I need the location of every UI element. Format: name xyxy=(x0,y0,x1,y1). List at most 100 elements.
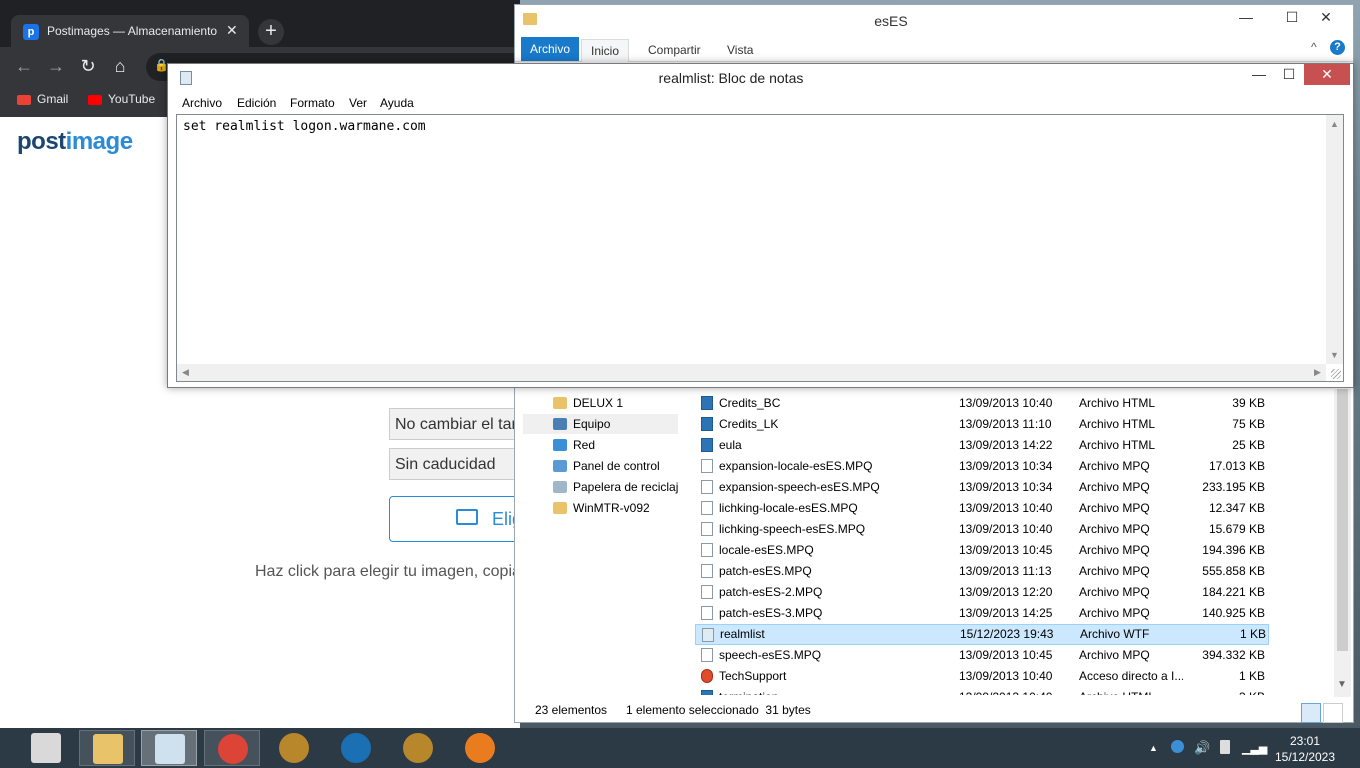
close-button[interactable]: ✕ xyxy=(1311,9,1341,26)
horizontal-scrollbar[interactable]: ◀ ▶ xyxy=(177,364,1326,381)
minimize-button[interactable]: — xyxy=(1231,9,1261,25)
file-date: 13/09/2013 10:40 xyxy=(959,396,1053,410)
tab-compartir[interactable]: Compartir xyxy=(639,39,710,61)
resize-select[interactable]: No cambiar el tamaño xyxy=(389,408,529,440)
minimize-button[interactable]: — xyxy=(1244,66,1274,82)
file-row[interactable]: patch-esES-2.MPQ 13/09/2013 12:20 Archivo … xyxy=(695,582,1269,603)
tab-archivo[interactable]: Archivo xyxy=(521,37,580,61)
system-clock[interactable]: 23:01 15/12/2023 xyxy=(1270,733,1340,765)
vertical-scrollbar[interactable]: ▲ ▼ xyxy=(1326,115,1343,364)
file-row[interactable]: lichking-locale-esES.MPQ 13/09/2013 10:40… xyxy=(695,498,1269,519)
show-hidden-icons[interactable]: ▲ xyxy=(1149,743,1158,753)
file-date: 13/09/2013 10:40 xyxy=(959,669,1053,683)
file-row[interactable]: eula 13/09/2013 14:22 Archivo HTML 25 KB xyxy=(695,435,1269,456)
taskbar-notepad[interactable] xyxy=(141,730,197,766)
bookmark-gmail[interactable]: Gmail xyxy=(17,92,68,106)
file-row[interactable]: TechSupport 13/09/2013 10:40 Acceso direct… xyxy=(695,666,1269,687)
taskbar-fl-studio[interactable] xyxy=(452,730,508,766)
taskbar-world-of-warcraft[interactable] xyxy=(266,730,322,766)
browser-tab[interactable]: p Postimages — Almacenamiento ✕ xyxy=(11,15,249,47)
file-name: realmlist xyxy=(720,627,765,641)
file-row[interactable]: patch-esES-3.MPQ 13/09/2013 14:25 Archivo … xyxy=(695,603,1269,624)
file-row[interactable]: Credits_LK 13/09/2013 11:10 Archivo HTML 75… xyxy=(695,414,1269,435)
taskbar: ▲ 🔊 ▁▃▅ 23:01 15/12/2023 xyxy=(0,728,1360,768)
choose-images-button[interactable]: Elige xyxy=(389,496,532,542)
help-icon[interactable]: ? xyxy=(1330,40,1345,55)
scroll-up-icon[interactable]: ▲ xyxy=(1330,119,1339,129)
menu-edicion[interactable]: Edición xyxy=(237,96,276,110)
file-row[interactable]: realmlist 15/12/2023 19:43 Archivo WTF 1 KB xyxy=(695,624,1269,645)
nav-item-equipo[interactable]: Equipo xyxy=(523,414,678,434)
file-row[interactable]: speech-esES.MPQ 13/09/2013 10:45 Archivo M… xyxy=(695,645,1269,666)
file-row[interactable]: patch-esES.MPQ 13/09/2013 11:13 Archivo MP… xyxy=(695,561,1269,582)
chrome-icon xyxy=(218,734,248,764)
file-type: Archivo MPQ xyxy=(1079,480,1150,494)
file-row[interactable]: Credits_BC 13/09/2013 10:40 Archivo HTML 39… xyxy=(695,393,1269,414)
maximize-button[interactable]: ☐ xyxy=(1274,66,1304,83)
volume-icon[interactable]: 🔊 xyxy=(1194,740,1210,756)
details-view-icon[interactable] xyxy=(1301,703,1321,723)
scroll-left-icon[interactable]: ◀ xyxy=(182,367,189,378)
scroll-right-icon[interactable]: ▶ xyxy=(1314,367,1321,378)
nav-item-panel-de-control[interactable]: Panel de control xyxy=(523,456,678,476)
nav-item-papelera[interactable]: Papelera de reciclaje xyxy=(523,477,678,497)
nav-item-red[interactable]: Red xyxy=(523,435,678,455)
file-type: Archivo MPQ xyxy=(1079,564,1150,578)
control-panel-icon xyxy=(553,460,567,472)
file-row[interactable]: termination 13/09/2013 10:40 Archivo HTML3… xyxy=(695,687,1269,695)
close-button[interactable]: ✕ xyxy=(1304,64,1350,85)
network-tray-icon[interactable] xyxy=(1171,740,1184,753)
home-icon[interactable]: ⌂ xyxy=(109,56,131,77)
notepad-text-area[interactable]: set realmlist logon.warmane.com ▲ ▼ ◀ ▶ xyxy=(176,114,1344,382)
tab-inicio[interactable]: Inicio xyxy=(581,39,630,62)
taskbar-app-launcher[interactable] xyxy=(18,730,74,766)
file-size: 39 KB xyxy=(1232,396,1265,410)
large-icons-view-icon[interactable] xyxy=(1323,703,1343,723)
browser-tab-title: Postimages — Almacenamiento xyxy=(47,24,218,38)
file-row[interactable]: expansion-speech-esES.MPQ 13/09/2013 10:3… xyxy=(695,477,1269,498)
forward-arrow-icon[interactable]: → xyxy=(45,56,67,77)
menu-ver[interactable]: Ver xyxy=(349,96,367,110)
new-tab-button[interactable]: + xyxy=(258,19,284,45)
bookmark-youtube[interactable]: YouTube xyxy=(88,92,155,106)
file-date: 13/09/2013 12:20 xyxy=(959,585,1053,599)
back-arrow-icon[interactable]: ← xyxy=(13,56,35,77)
battery-icon[interactable] xyxy=(1220,740,1230,754)
menu-archivo[interactable]: Archivo xyxy=(182,96,222,110)
scroll-down-icon[interactable]: ▼ xyxy=(1337,679,1347,690)
maximize-button[interactable]: ☐ xyxy=(1277,9,1307,26)
notepad-title: realmlist: Bloc de notas xyxy=(658,70,804,86)
chrome-tab-bar: p Postimages — Almacenamiento ✕ + xyxy=(0,0,520,47)
file-row[interactable]: locale-esES.MPQ 13/09/2013 10:45 Archivo M… xyxy=(695,540,1269,561)
close-tab-icon[interactable]: ✕ xyxy=(226,22,238,39)
wifi-signal-icon[interactable]: ▁▃▅ xyxy=(1242,742,1267,755)
nav-item-delux[interactable]: DELUX 1 xyxy=(523,393,678,413)
file-list-scrollbar[interactable]: ▼ xyxy=(1334,389,1351,697)
file-row[interactable]: expansion-locale-esES.MPQ 13/09/2013 10:3… xyxy=(695,456,1269,477)
scroll-down-icon[interactable]: ▼ xyxy=(1330,350,1339,360)
reload-icon[interactable]: ↻ xyxy=(77,56,99,77)
notepad-content[interactable]: set realmlist logon.warmane.com xyxy=(183,119,426,134)
file-date: 13/09/2013 10:40 xyxy=(959,522,1053,536)
postimage-logo[interactable]: postimage xyxy=(17,128,133,156)
taskbar-file-explorer[interactable] xyxy=(79,730,135,766)
scrollbar-thumb[interactable] xyxy=(1337,389,1348,651)
file-row[interactable]: lichking-speech-esES.MPQ 13/09/2013 10:40… xyxy=(695,519,1269,540)
collapse-ribbon-icon[interactable]: ^ xyxy=(1311,40,1317,54)
expiry-select[interactable]: Sin caducidad xyxy=(389,448,529,480)
file-icon xyxy=(701,606,713,620)
resize-grip[interactable] xyxy=(1331,369,1341,379)
menu-formato[interactable]: Formato xyxy=(290,96,335,110)
tab-vista[interactable]: Vista xyxy=(718,39,762,61)
menu-ayuda[interactable]: Ayuda xyxy=(380,96,414,110)
file-type: Archivo MPQ xyxy=(1079,585,1150,599)
upload-hint: Haz click para elegir tu imagen, copia xyxy=(255,563,521,580)
file-name: Credits_BC xyxy=(719,396,781,410)
taskbar-battle-net[interactable] xyxy=(328,730,384,766)
nav-item-winmtr[interactable]: WinMTR-v092 xyxy=(523,498,678,518)
taskbar-world-of-warcraft-2[interactable] xyxy=(390,730,446,766)
file-name: speech-esES.MPQ xyxy=(719,648,822,662)
clock-date: 15/12/2023 xyxy=(1274,750,1336,764)
taskbar-chrome[interactable] xyxy=(204,730,260,766)
file-size: 75 KB xyxy=(1232,417,1265,431)
